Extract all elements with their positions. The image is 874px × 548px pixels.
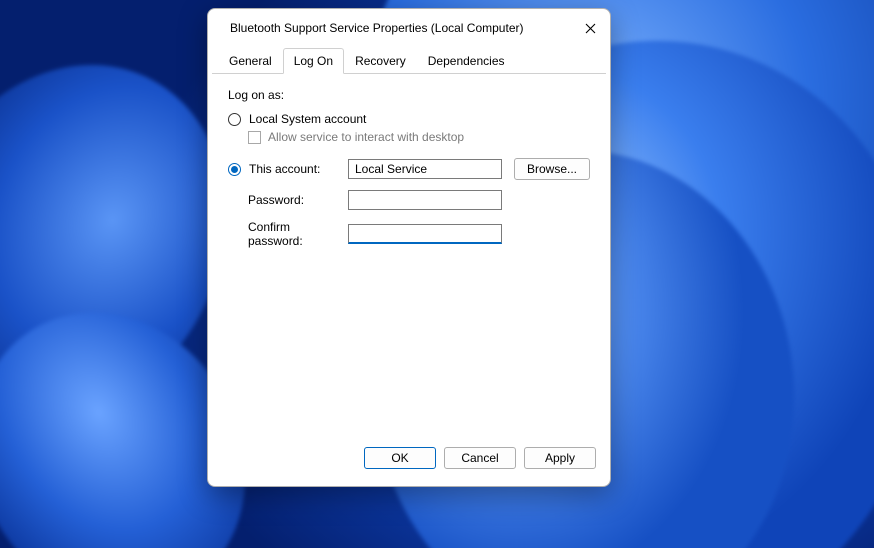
tab-body-logon: Log on as: Local System account Allow se…: [208, 74, 610, 440]
password-input[interactable]: [348, 190, 502, 210]
radio-this-account[interactable]: [228, 163, 241, 176]
tab-recovery[interactable]: Recovery: [344, 48, 417, 74]
titlebar: Bluetooth Support Service Properties (Lo…: [208, 9, 610, 47]
confirm-password-input[interactable]: [348, 224, 502, 244]
local-system-label: Local System account: [249, 112, 366, 126]
logon-as-label: Log on as:: [228, 88, 594, 102]
cancel-button[interactable]: Cancel: [444, 447, 516, 469]
tab-logon[interactable]: Log On: [283, 48, 344, 74]
confirm-password-label: Confirm password:: [228, 220, 340, 248]
checkbox-allow-interact: [248, 131, 261, 144]
browse-button[interactable]: Browse...: [514, 158, 590, 180]
account-input[interactable]: [348, 159, 502, 179]
close-button[interactable]: [576, 15, 604, 41]
tabstrip: General Log On Recovery Dependencies: [212, 47, 606, 74]
dialog-footer: OK Cancel Apply: [208, 440, 610, 486]
tab-dependencies[interactable]: Dependencies: [417, 48, 516, 74]
password-label: Password:: [228, 193, 340, 207]
allow-interact-label: Allow service to interact with desktop: [268, 130, 464, 144]
dialog-title: Bluetooth Support Service Properties (Lo…: [230, 21, 523, 35]
ok-button[interactable]: OK: [364, 447, 436, 469]
apply-button[interactable]: Apply: [524, 447, 596, 469]
radio-local-system[interactable]: [228, 113, 241, 126]
service-properties-dialog: Bluetooth Support Service Properties (Lo…: [207, 8, 611, 487]
this-account-label: This account:: [249, 162, 320, 176]
tab-general[interactable]: General: [218, 48, 283, 74]
close-icon: [585, 23, 596, 34]
